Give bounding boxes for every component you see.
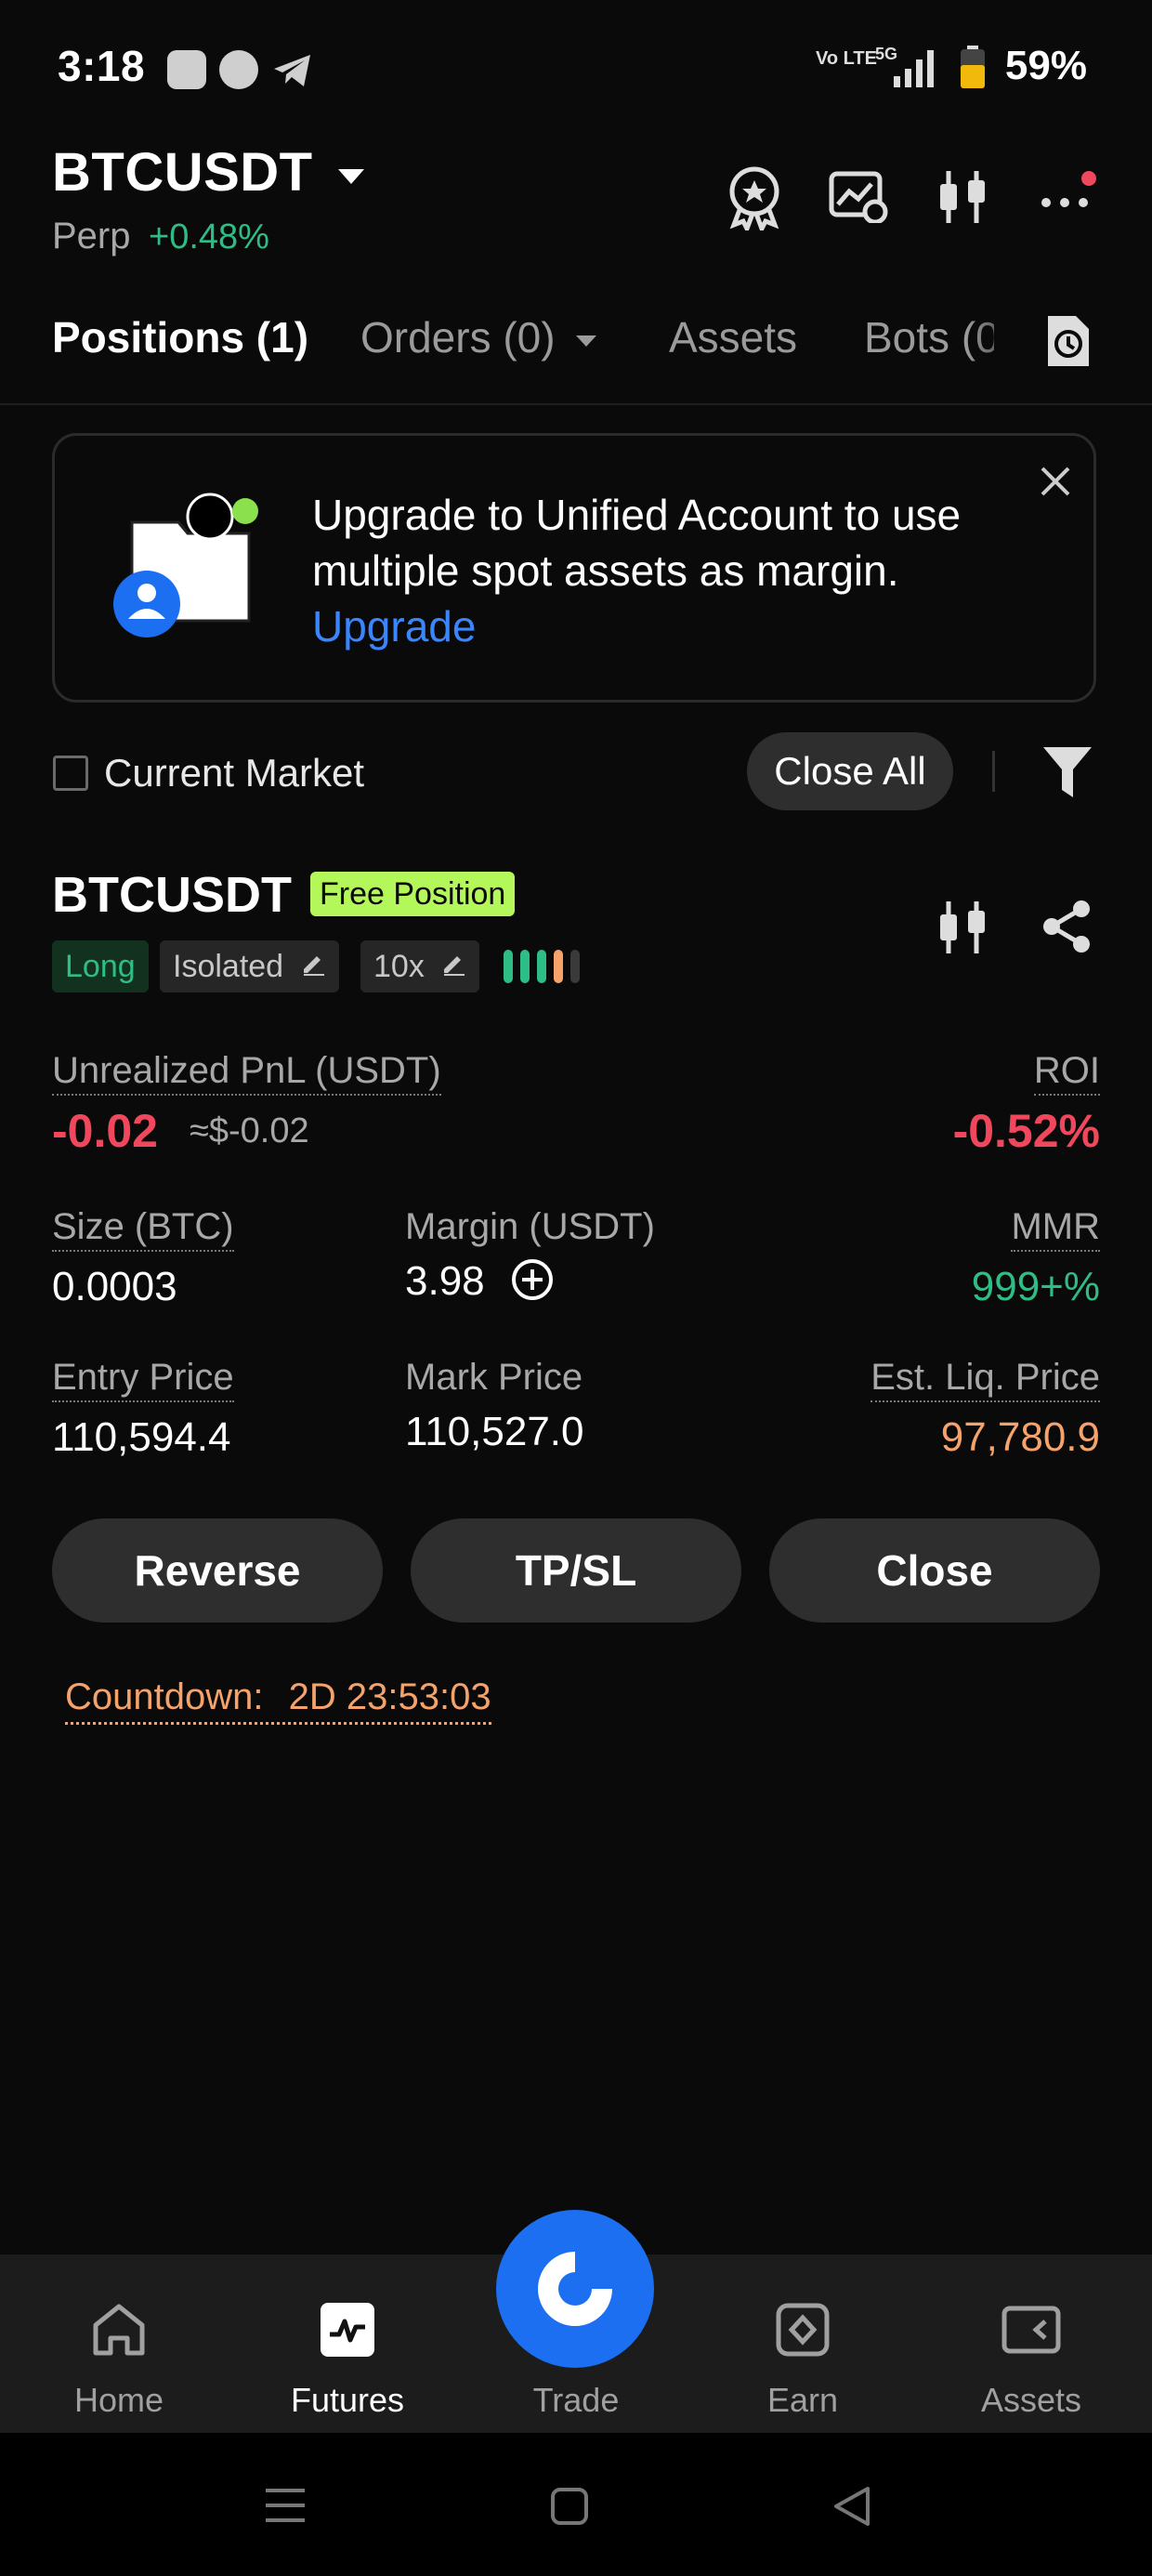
nav-futures[interactable]: Futures (273, 2301, 422, 2419)
home-system-icon[interactable] (550, 2487, 589, 2526)
share-icon[interactable] (1039, 898, 1094, 955)
filter-icon[interactable] (1041, 743, 1094, 801)
battery-percent: 59% (1004, 43, 1087, 88)
unrealized-pnl-value: -0.02 (52, 1105, 158, 1157)
leverage-tag[interactable]: 10x (360, 940, 480, 992)
nav-assets[interactable]: Assets (957, 2301, 1106, 2419)
price-change: +0.48% (149, 217, 269, 256)
leverage-label: 10x (373, 949, 425, 984)
roi-label: ROI (1033, 1050, 1100, 1096)
home-icon (93, 2304, 145, 2356)
close-all-button[interactable]: Close All (747, 732, 953, 810)
nav-assets-label: Assets (980, 2381, 1082, 2419)
candlestick-icon[interactable] (935, 898, 990, 957)
banner-text: Upgrade to Unified Account to use multip… (312, 491, 962, 595)
pair-selector[interactable]: BTCUSDT (52, 141, 367, 204)
tab-assets[interactable]: Assets (669, 312, 797, 362)
close-icon[interactable] (1039, 465, 1072, 498)
liq-price-label: Est. Liq. Price (871, 1357, 1100, 1402)
order-history-icon[interactable] (1042, 314, 1091, 368)
unrealized-pnl-label: Unrealized PnL (USDT) (52, 1050, 441, 1096)
reverse-button[interactable]: Reverse (52, 1518, 383, 1623)
unified-account-illustration-icon (113, 493, 258, 637)
divider (992, 751, 995, 792)
earn-icon (776, 2303, 830, 2357)
unrealized-pnl-usd: ≈$-0.02 (190, 1111, 309, 1150)
badge-icon[interactable] (725, 165, 784, 230)
current-market-checkbox[interactable] (53, 756, 88, 791)
mmr-label: MMR (1011, 1206, 1100, 1252)
tab-orders-label: Orders (0) (360, 313, 556, 361)
side-tag: Long (52, 940, 149, 992)
tabs-divider (0, 403, 1152, 405)
tab-positions[interactable]: Positions (1) (52, 312, 308, 362)
contract-type: Perp (52, 216, 131, 256)
s-app-icon (219, 50, 258, 89)
risk-bar (504, 950, 513, 983)
volte-indicator: Vo LTE (816, 48, 877, 69)
more-icon[interactable] (1039, 169, 1098, 216)
countdown-label: Countdown: (65, 1676, 264, 1717)
caret-down-icon (574, 334, 598, 348)
margin-value: 3.98 (405, 1258, 485, 1304)
countdown: Countdown: 2D 23:53:03 (65, 1676, 491, 1725)
wallet-icon (1001, 2306, 1061, 2354)
caret-down-icon (335, 166, 367, 187)
upgrade-link[interactable]: Upgrade (312, 602, 476, 651)
status-time: 3:18 (58, 42, 146, 90)
nav-earn[interactable]: Earn (728, 2301, 877, 2419)
size-value: 0.0003 (52, 1264, 177, 1309)
size-label: Size (BTC) (52, 1206, 234, 1252)
mmr-value: 999+% (971, 1264, 1100, 1309)
trade-logo-icon (538, 2252, 612, 2326)
add-margin-icon[interactable] (511, 1258, 554, 1301)
nav-home[interactable]: Home (45, 2301, 193, 2419)
risk-bar (537, 950, 546, 983)
telegram-icon (274, 55, 310, 86)
pair-title: BTCUSDT (52, 142, 313, 203)
trade-fab-button[interactable] (496, 2210, 654, 2368)
paytm-app-icon (167, 50, 206, 89)
mark-price-label: Mark Price (405, 1357, 583, 1398)
recent-apps-icon[interactable] (264, 2487, 307, 2524)
candlestick-icon[interactable] (935, 167, 990, 227)
risk-bar (520, 950, 530, 983)
tpsl-button[interactable]: TP/SL (411, 1518, 741, 1623)
countdown-value: 2D 23:53:03 (288, 1676, 491, 1717)
margin-mode-tag[interactable]: Isolated (160, 940, 339, 992)
back-icon[interactable] (831, 2485, 871, 2528)
position-symbol: BTCUSDT (52, 867, 292, 923)
free-position-badge: Free Position (310, 872, 516, 916)
edit-icon (440, 951, 466, 977)
close-position-button[interactable]: Close (769, 1518, 1100, 1623)
futures-icon (321, 2303, 374, 2357)
roi-value: -0.52% (952, 1105, 1100, 1157)
tabs-fade (966, 297, 1041, 381)
signal-icon (894, 50, 934, 87)
edit-icon (300, 951, 326, 977)
banner-message: Upgrade to Unified Account to use multip… (312, 487, 1037, 654)
current-market-label: Current Market (104, 751, 365, 795)
nav-trade-label: Trade (532, 2381, 620, 2419)
nav-home-label: Home (73, 2381, 164, 2419)
battery-icon (961, 46, 985, 88)
tab-orders[interactable]: Orders (0) (360, 312, 598, 362)
nav-earn-label: Earn (766, 2381, 839, 2419)
margin-label: Margin (USDT) (405, 1206, 655, 1247)
entry-price-value: 110,594.4 (52, 1414, 231, 1460)
chart-settings-icon[interactable] (829, 171, 888, 223)
risk-bar (570, 950, 580, 983)
margin-mode-label: Isolated (173, 949, 284, 984)
entry-price-label: Entry Price (52, 1357, 234, 1402)
liq-price-value: 97,780.9 (940, 1414, 1100, 1460)
nav-futures-label: Futures (290, 2381, 405, 2419)
risk-bar (554, 950, 563, 983)
mark-price-value: 110,527.0 (405, 1409, 584, 1454)
